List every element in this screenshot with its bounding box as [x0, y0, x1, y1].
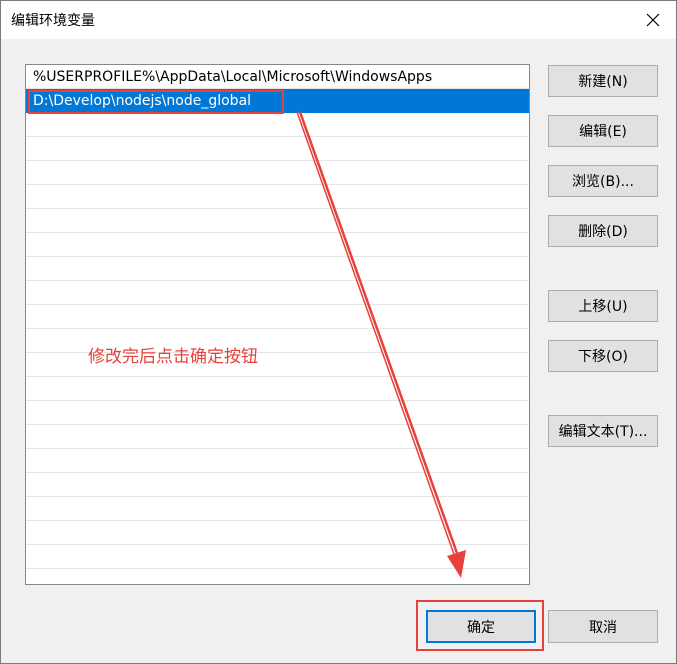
path-list[interactable]: %USERPROFILE%\AppData\Local\Microsoft\Wi… [25, 64, 530, 585]
close-button[interactable] [630, 1, 676, 39]
list-item[interactable]: D:\Develop\nodejs\node_global [26, 89, 529, 113]
empty-list-row[interactable] [26, 425, 529, 449]
browse-button[interactable]: 浏览(B)... [548, 165, 658, 197]
annotation-text: 修改完后点击确定按钮 [88, 347, 258, 367]
empty-list-row[interactable] [26, 545, 529, 569]
empty-list-row[interactable] [26, 233, 529, 257]
ok-button[interactable]: 确定 [426, 610, 536, 643]
empty-list-row[interactable] [26, 281, 529, 305]
empty-list-row[interactable] [26, 473, 529, 497]
empty-list-row[interactable] [26, 449, 529, 473]
title-bar: 编辑环境变量 [1, 1, 676, 39]
empty-list-row[interactable] [26, 401, 529, 425]
close-icon [646, 13, 660, 27]
empty-list-row[interactable] [26, 137, 529, 161]
empty-list-row[interactable] [26, 185, 529, 209]
delete-button[interactable]: 删除(D) [548, 215, 658, 247]
empty-list-row[interactable] [26, 161, 529, 185]
empty-list-row[interactable] [26, 497, 529, 521]
list-item[interactable]: %USERPROFILE%\AppData\Local\Microsoft\Wi… [26, 65, 529, 89]
move-up-button[interactable]: 上移(U) [548, 290, 658, 322]
edit-env-var-dialog: 编辑环境变量 %USERPROFILE%\AppData\Local\Micro… [0, 0, 677, 664]
empty-list-row[interactable] [26, 521, 529, 545]
window-title: 编辑环境变量 [11, 13, 95, 29]
move-down-button[interactable]: 下移(O) [548, 340, 658, 372]
edit-button[interactable]: 编辑(E) [548, 115, 658, 147]
cancel-button[interactable]: 取消 [548, 610, 658, 643]
empty-list-row[interactable] [26, 377, 529, 401]
empty-list-row[interactable] [26, 113, 529, 137]
empty-list-row[interactable] [26, 209, 529, 233]
empty-list-row[interactable] [26, 257, 529, 281]
new-button[interactable]: 新建(N) [548, 65, 658, 97]
empty-list-row[interactable] [26, 305, 529, 329]
edit-text-button[interactable]: 编辑文本(T)... [548, 415, 658, 447]
